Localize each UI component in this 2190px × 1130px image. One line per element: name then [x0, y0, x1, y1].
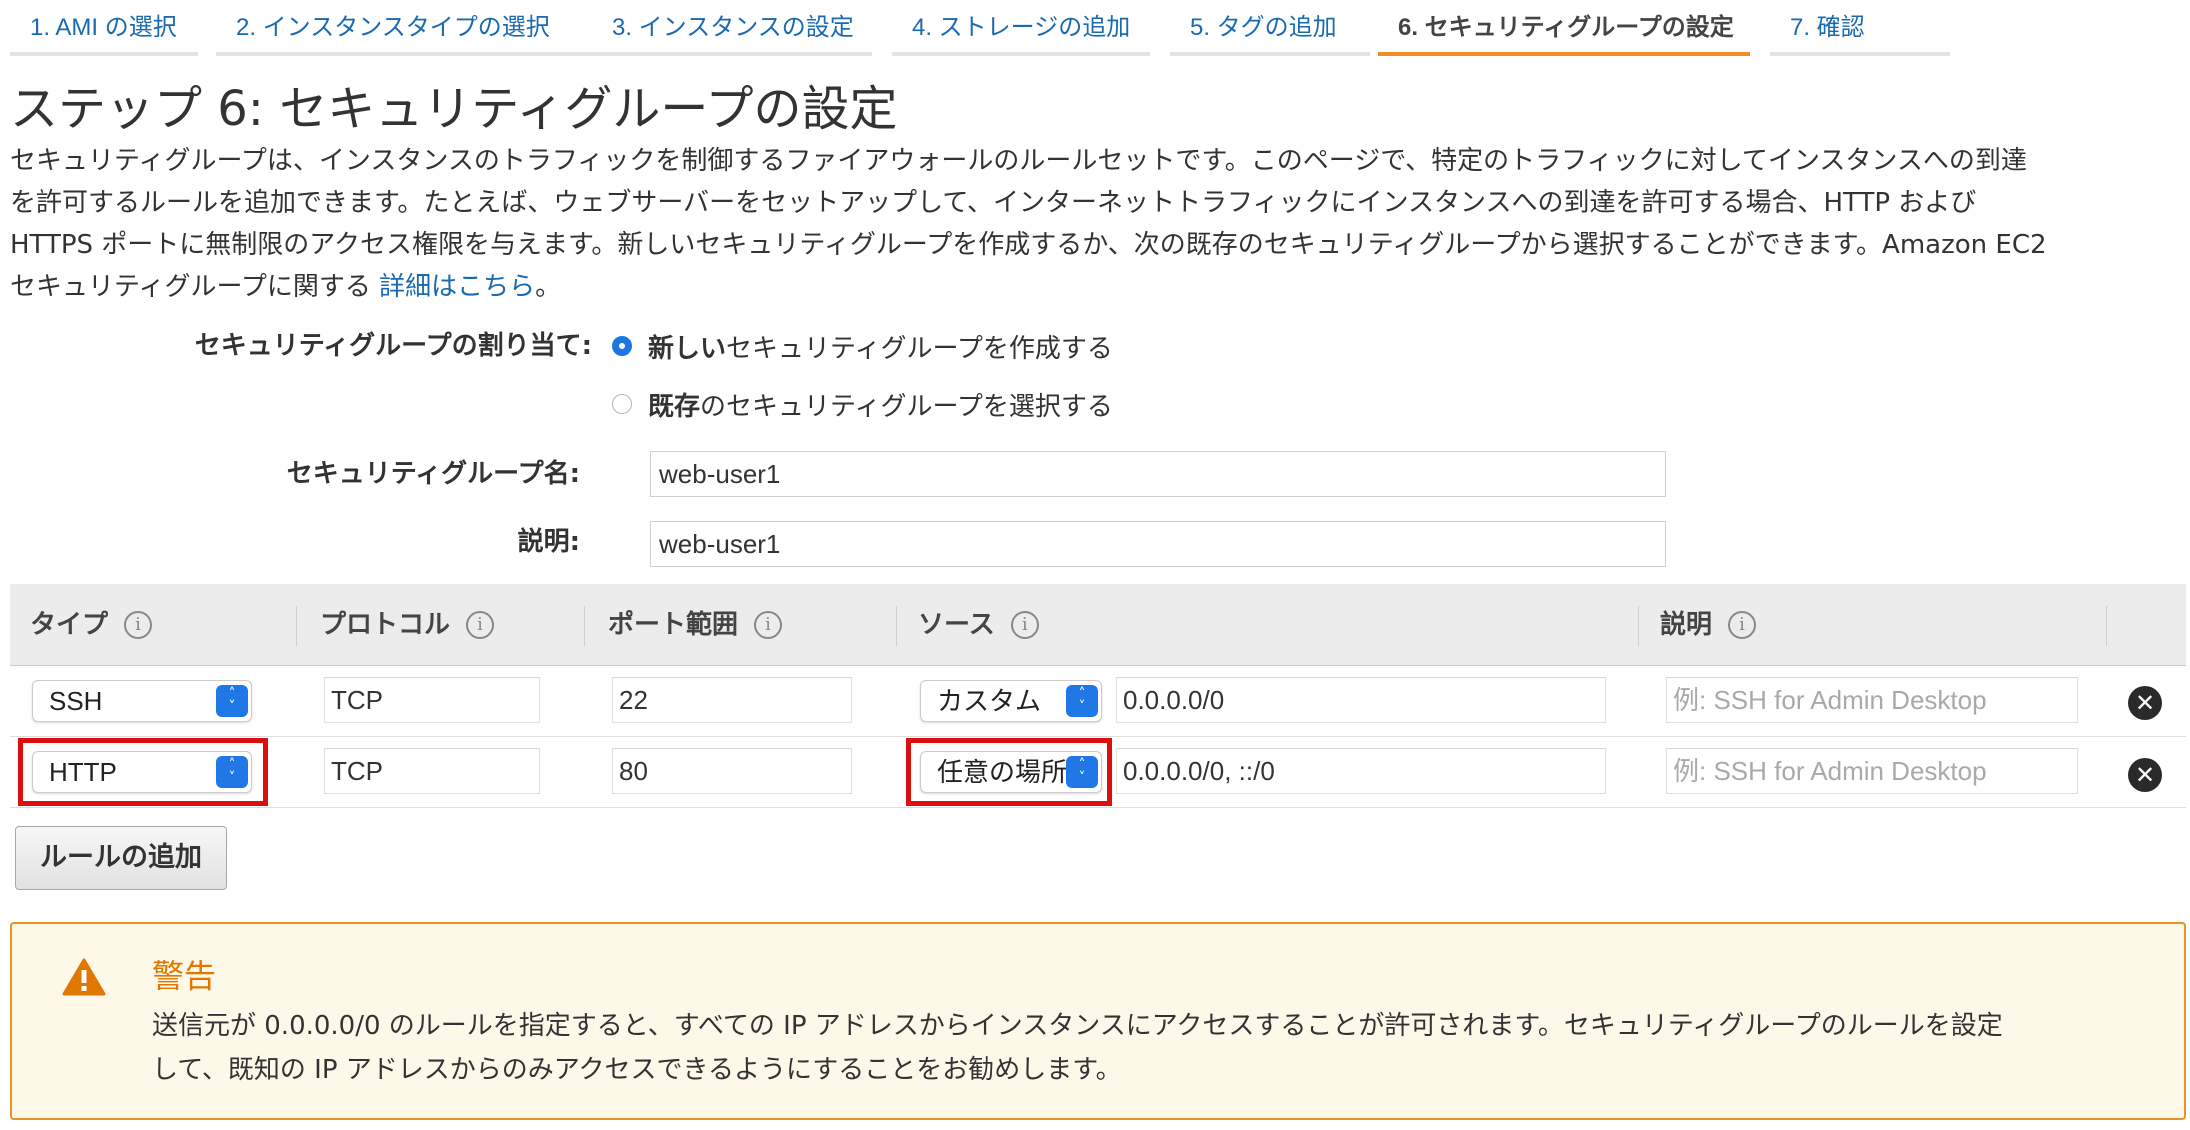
- page-title: ステップ 6: セキュリティグループの設定: [10, 81, 898, 137]
- group-name-input[interactable]: web-user1: [650, 451, 1666, 497]
- info-circle-icon[interactable]: i: [1728, 611, 1757, 639]
- type-select-value: SSH: [49, 686, 103, 716]
- chevron-updown-icon: ˄ ˅: [216, 685, 248, 717]
- header-protocol: プロトコル i: [320, 584, 495, 666]
- row-divider: [10, 736, 2186, 737]
- radio-existing-group[interactable]: 既存 のセキュリティグループを選択する: [612, 386, 1113, 422]
- warning-message: 送信元が 0.0.0.0/0 のルールを指定すると、すべての IP アドレスから…: [152, 1004, 2162, 1092]
- group-name-label: セキュリティグループ名:: [286, 459, 580, 489]
- radio-new-indicator[interactable]: [612, 336, 632, 356]
- row-divider: [10, 807, 2186, 808]
- assignment-label: セキュリティグループの割り当て:: [194, 331, 592, 361]
- group-description-label: 説明:: [517, 527, 580, 557]
- description-end: 。: [535, 272, 562, 302]
- header-description: 説明 i: [1660, 584, 1757, 666]
- description-line: セキュリティグループは、インスタンスのトラフィックを制御するファイアウォールのル…: [10, 146, 2027, 176]
- source-highlight-box: [906, 738, 1112, 806]
- type-highlight-box: [18, 738, 268, 806]
- rule-description-input[interactable]: 例: SSH for Admin Desktop: [1666, 677, 2078, 723]
- column-divider: [584, 606, 585, 646]
- header-type: タイプ i: [30, 584, 153, 666]
- tab-storage[interactable]: 4. ストレージの追加: [892, 0, 1150, 56]
- column-divider: [296, 606, 297, 646]
- header-port-range: ポート範囲 i: [608, 584, 783, 666]
- tab-tags[interactable]: 5. タグの追加: [1170, 0, 1370, 56]
- tab-ami[interactable]: 1. AMI の選択: [10, 0, 198, 56]
- port-range-input[interactable]: 80: [612, 748, 852, 794]
- wizard-tabs: 1. AMI の選択 2. インスタンスタイプの選択 3. インスタンスの設定 …: [0, 0, 2190, 62]
- warning-line: 送信元が 0.0.0.0/0 のルールを指定すると、すべての IP アドレスから…: [152, 1011, 2003, 1041]
- description-line: セキュリティグループに関する 詳細はこちら。: [10, 266, 2180, 308]
- radio-existing-indicator[interactable]: [612, 394, 632, 414]
- type-select[interactable]: SSH ˄ ˅: [32, 680, 252, 722]
- header-source-label: ソース: [918, 610, 995, 640]
- protocol-field: TCP: [324, 677, 540, 723]
- column-divider: [1638, 606, 1639, 646]
- source-cidr-input[interactable]: 0.0.0.0/0: [1116, 677, 1606, 723]
- chevron-updown-icon: ˄ ˅: [1066, 685, 1098, 717]
- remove-circle-icon[interactable]: ✕: [2128, 758, 2162, 792]
- group-description-input[interactable]: web-user1: [650, 521, 1666, 567]
- info-circle-icon[interactable]: i: [124, 611, 153, 639]
- info-circle-icon[interactable]: i: [466, 611, 495, 639]
- add-rule-button[interactable]: ルールの追加: [15, 826, 227, 890]
- header-protocol-label: プロトコル: [320, 610, 451, 640]
- description-line: HTTPS ポートに無制限のアクセス権限を与えます。新しいセキュリティグループを…: [10, 230, 2047, 260]
- warning-triangle-icon: [62, 958, 106, 996]
- radio-new-bold: 新しい: [648, 333, 727, 364]
- tab-instance-config[interactable]: 3. インスタンスの設定: [592, 0, 872, 56]
- details-link[interactable]: 詳細はこちら: [379, 272, 535, 302]
- info-circle-icon[interactable]: i: [1010, 611, 1039, 639]
- remove-circle-icon[interactable]: ✕: [2128, 686, 2162, 720]
- source-cidr-input[interactable]: 0.0.0.0/0, ::/0: [1116, 748, 1606, 794]
- info-circle-icon[interactable]: i: [754, 611, 783, 639]
- rules-table-header: タイプ i プロトコル i ポート範囲 i ソース i 説明 i: [10, 584, 2186, 666]
- source-select-value: カスタム: [937, 686, 1042, 716]
- header-source: ソース i: [918, 584, 1039, 666]
- radio-existing-bold: 既存: [648, 391, 701, 422]
- header-port-range-label: ポート範囲: [608, 610, 739, 640]
- tab-review[interactable]: 7. 確認: [1770, 0, 1950, 56]
- page-description: セキュリティグループは、インスタンスのトラフィックを制御するファイアウォールのル…: [10, 140, 2180, 308]
- header-description-label: 説明: [1660, 610, 1713, 640]
- tab-instance-type[interactable]: 2. インスタンスタイプの選択: [216, 0, 602, 56]
- column-divider: [896, 606, 897, 646]
- header-type-label: タイプ: [30, 610, 109, 640]
- rule-description-input[interactable]: 例: SSH for Admin Desktop: [1666, 748, 2078, 794]
- description-text: セキュリティグループに関する: [10, 272, 380, 302]
- radio-new-label: セキュリティグループを作成する: [726, 333, 1113, 364]
- tab-security-group[interactable]: 6. セキュリティグループの設定: [1378, 0, 1750, 56]
- radio-new-group[interactable]: 新しい セキュリティグループを作成する: [612, 328, 1113, 364]
- port-range-input[interactable]: 22: [612, 677, 852, 723]
- warning-title: 警告: [152, 957, 217, 995]
- radio-existing-label: のセキュリティグループを選択する: [700, 391, 1113, 422]
- warning-box: 警告 送信元が 0.0.0.0/0 のルールを指定すると、すべての IP アドレ…: [10, 922, 2186, 1120]
- source-select[interactable]: カスタム ˄ ˅: [920, 680, 1102, 722]
- warning-line: して、既知の IP アドレスからのみアクセスできるようにすることをお勧めします。: [152, 1055, 1122, 1085]
- column-divider: [2106, 606, 2107, 646]
- description-line: を許可するルールを追加できます。たとえば、ウェブサーバーをセットアップして、イン…: [10, 188, 1977, 218]
- protocol-field: TCP: [324, 748, 540, 794]
